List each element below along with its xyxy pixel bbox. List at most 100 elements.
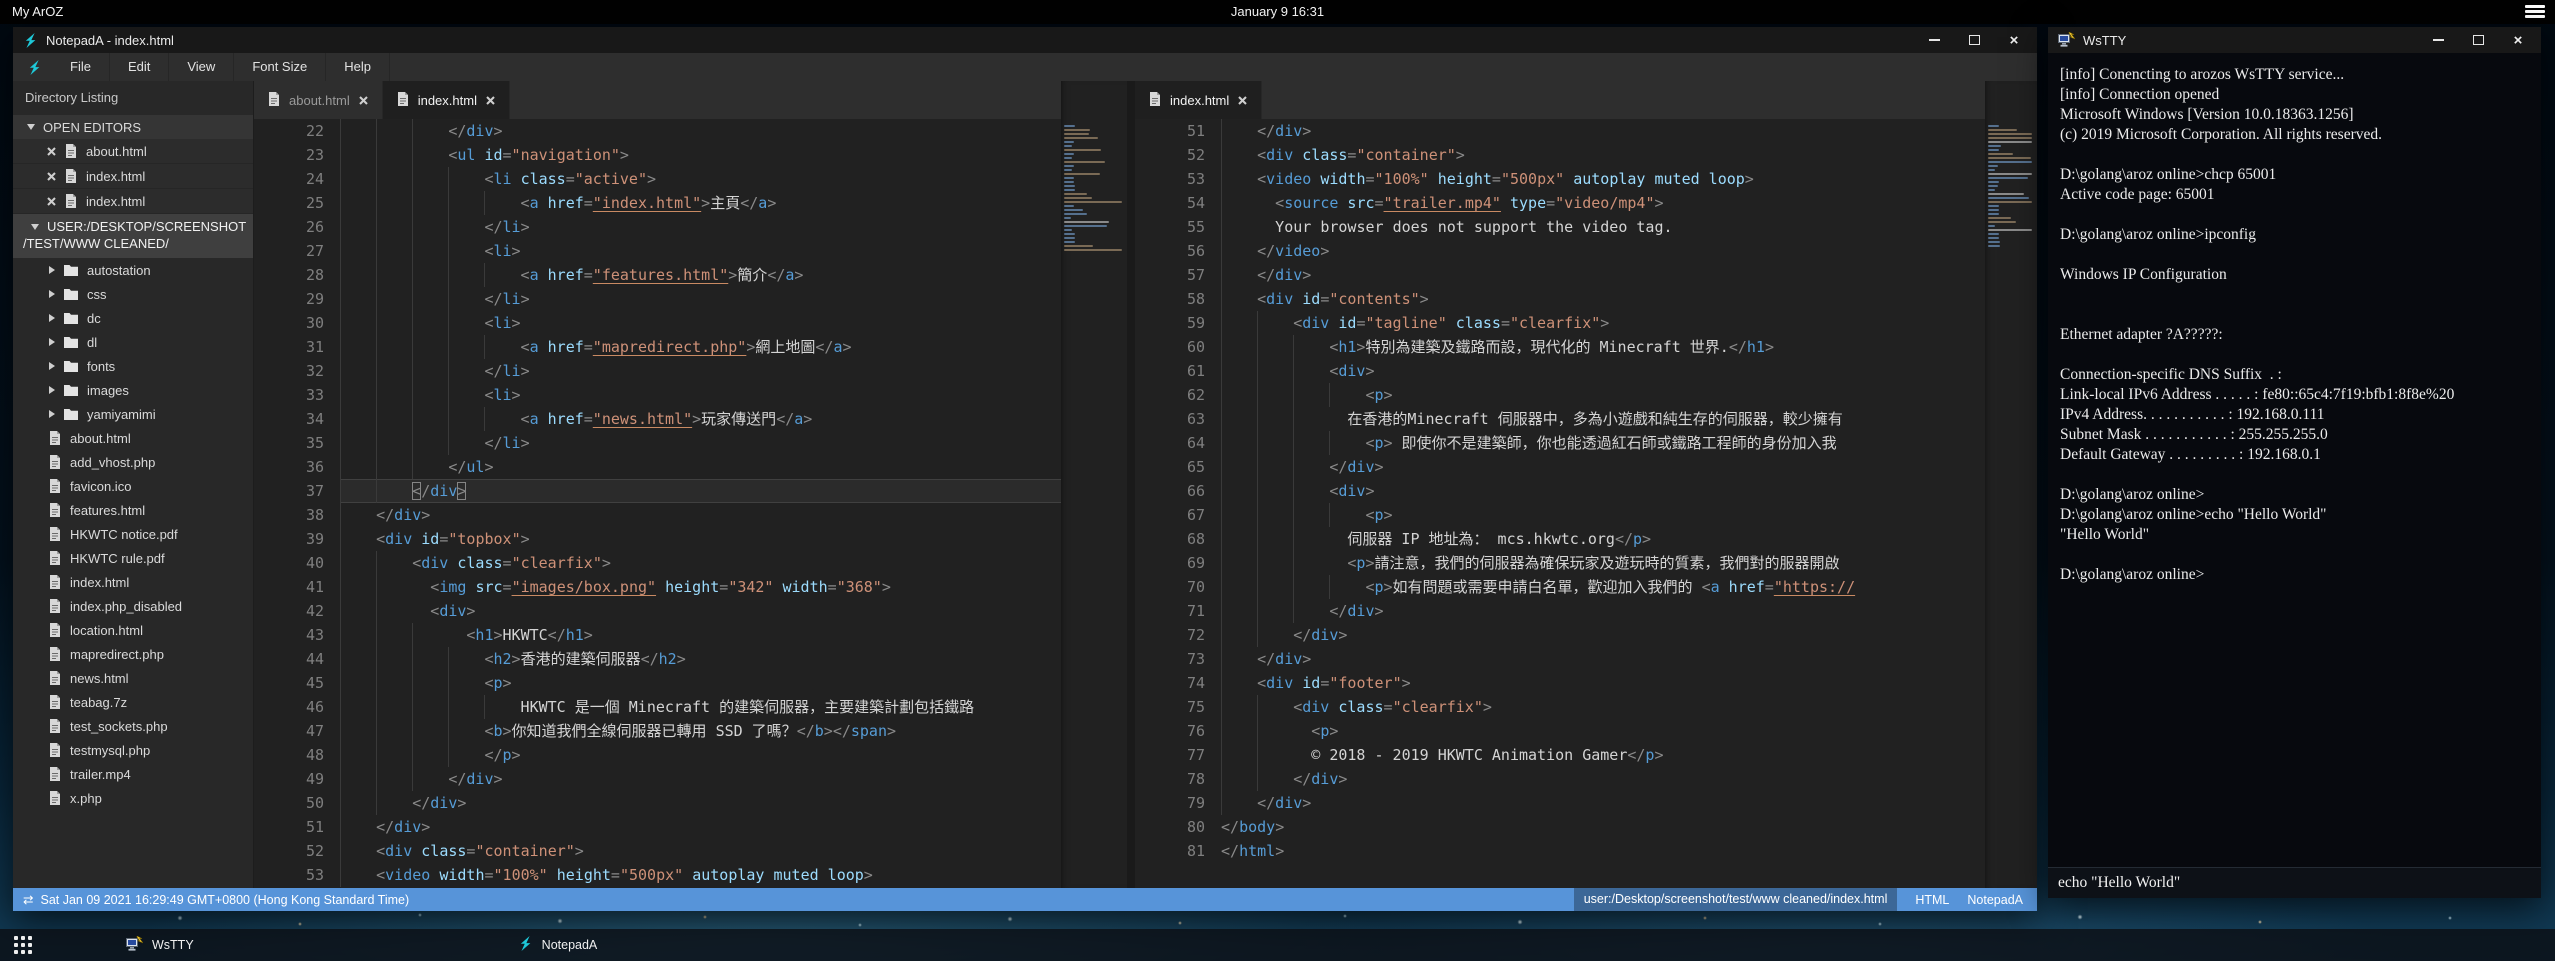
- code-line[interactable]: 81</html>: [1135, 839, 1985, 863]
- code-line[interactable]: 47 <b>你知道我們全線伺服器已轉用 SSD 了嗎？</b></span>: [254, 719, 1061, 743]
- code-line[interactable]: 48 </p>: [254, 743, 1061, 767]
- code-line[interactable]: 55 Your browser does not support the vid…: [1135, 215, 1985, 239]
- sidebar-file-features.html[interactable]: features.html: [13, 498, 253, 522]
- code-line[interactable]: 75 <div class="clearfix">: [1135, 695, 1985, 719]
- sidebar-file-news.html[interactable]: news.html: [13, 666, 253, 690]
- code-line[interactable]: 35 </li>: [254, 431, 1061, 455]
- minimap-left[interactable]: [1061, 81, 1127, 888]
- sidebar-folder-fonts[interactable]: fonts: [13, 354, 253, 378]
- sidebar-file-teabag.7z[interactable]: teabag.7z: [13, 690, 253, 714]
- code-line[interactable]: 24 <li class="active">: [254, 167, 1061, 191]
- statusbar-language-mode[interactable]: HTML: [1915, 893, 1949, 907]
- code-line[interactable]: 53 <video width="100%" height="500px" au…: [254, 863, 1061, 887]
- code-line[interactable]: 64 <p> 即使你不是建築師，你也能透過紅石師或鐵路工程師的身份加入我: [1135, 431, 1985, 455]
- code-line[interactable]: 34 <a href="news.html">玩家傳送門</a>: [254, 407, 1061, 431]
- taskbar-item-notepada[interactable]: NotepadA: [506, 929, 610, 961]
- menu-view[interactable]: View: [169, 53, 234, 81]
- sidebar-file-test-sockets.php[interactable]: test_sockets.php: [13, 714, 253, 738]
- minimap-right[interactable]: [1985, 81, 2037, 888]
- code-line[interactable]: 33 <li>: [254, 383, 1061, 407]
- tab-about.html[interactable]: about.html: [254, 81, 383, 119]
- menu-help[interactable]: Help: [326, 53, 390, 81]
- code-line[interactable]: 51 </div>: [1135, 119, 1985, 143]
- code-line[interactable]: 59 <div id="tagline" class="clearfix">: [1135, 311, 1985, 335]
- minimize-button[interactable]: [1927, 33, 1941, 47]
- minimize-button[interactable]: [2431, 33, 2445, 47]
- maximize-button[interactable]: [1967, 33, 1981, 47]
- code-line[interactable]: 22 </div>: [254, 119, 1061, 143]
- code-line[interactable]: 49 </div>: [254, 767, 1061, 791]
- close-button[interactable]: ×: [2007, 33, 2021, 47]
- open-editor-item[interactable]: index.html: [13, 164, 253, 189]
- code-line[interactable]: 68 伺服器 IP 地址為： mcs.hkwtc.org</p>: [1135, 527, 1985, 551]
- notepada-titlebar[interactable]: NotepadA - index.html ×: [13, 27, 2037, 53]
- code-line[interactable]: 63 在香港的Minecraft 伺服器中，多為小遊戲和純生存的伺服器，較少擁有: [1135, 407, 1985, 431]
- code-line[interactable]: 77 © 2018 - 2019 HKWTC Animation Gamer</…: [1135, 743, 1985, 767]
- code-line[interactable]: 25 <a href="index.html">主頁</a>: [254, 191, 1061, 215]
- menu-font-size[interactable]: Font Size: [234, 53, 326, 81]
- code-line[interactable]: 80</body>: [1135, 815, 1985, 839]
- code-line[interactable]: 26 </li>: [254, 215, 1061, 239]
- code-line[interactable]: 69 <p>請注意，我們的伺服器為確保玩家及遊玩時的質素，我們對的服器開啟: [1135, 551, 1985, 575]
- code-line[interactable]: 78 </div>: [1135, 767, 1985, 791]
- code-editor-right[interactable]: 51 </div>52 <div class="container">53 <v…: [1135, 119, 1985, 888]
- maximize-button[interactable]: [2471, 33, 2485, 47]
- sidebar-file-about.html[interactable]: about.html: [13, 426, 253, 450]
- hamburger-menu-icon[interactable]: [2525, 5, 2545, 19]
- sidebar-folder-dl[interactable]: dl: [13, 330, 253, 354]
- sidebar-root-folder[interactable]: USER:/DESKTOP/SCREENSHOT/TEST/WWW CLEANE…: [13, 214, 253, 258]
- code-line[interactable]: 70 <p>如有問題或需要申請白名單，歡迎加入我們的 <a href="http…: [1135, 575, 1985, 599]
- code-line[interactable]: 52 <div class="container">: [254, 839, 1061, 863]
- open-editors-section[interactable]: OPEN EDITORS: [13, 115, 253, 139]
- code-line[interactable]: 58 <div id="contents">: [1135, 287, 1985, 311]
- code-line[interactable]: 76 <p>: [1135, 719, 1985, 743]
- code-line[interactable]: 41 <img src="images/box.png" height="342…: [254, 575, 1061, 599]
- code-line[interactable]: 74 <div id="footer">: [1135, 671, 1985, 695]
- sidebar-folder-images[interactable]: images: [13, 378, 253, 402]
- sidebar-file-trailer.mp4[interactable]: trailer.mp4: [13, 762, 253, 786]
- sidebar-file-favicon.ico[interactable]: favicon.ico: [13, 474, 253, 498]
- code-line[interactable]: 45 <p>: [254, 671, 1061, 695]
- code-line[interactable]: 79 </div>: [1135, 791, 1985, 815]
- menu-file[interactable]: File: [52, 53, 110, 81]
- code-line[interactable]: 30 <li>: [254, 311, 1061, 335]
- tab-index.html[interactable]: index.html: [1135, 81, 1262, 119]
- sidebar-file-HKWTC-rule.pdf[interactable]: HKWTC rule.pdf: [13, 546, 253, 570]
- sidebar-file-index.php-disabled[interactable]: index.php_disabled: [13, 594, 253, 618]
- open-editor-item[interactable]: index.html: [13, 189, 253, 214]
- code-line[interactable]: 43 <h1>HKWTC</h1>: [254, 623, 1061, 647]
- code-line[interactable]: 36 </ul>: [254, 455, 1061, 479]
- code-line[interactable]: 57 </div>: [1135, 263, 1985, 287]
- code-line[interactable]: 72 </div>: [1135, 623, 1985, 647]
- code-line[interactable]: 54 <source src="trailer.mp4" type="video…: [1135, 191, 1985, 215]
- code-line[interactable]: 56 </video>: [1135, 239, 1985, 263]
- sidebar-folder-autostation[interactable]: autostation: [13, 258, 253, 282]
- sidebar-file-testmysql.php[interactable]: testmysql.php: [13, 738, 253, 762]
- wstty-titlebar[interactable]: WsTTY ×: [2048, 27, 2541, 53]
- code-line[interactable]: 39 <div id="topbox">: [254, 527, 1061, 551]
- code-line[interactable]: 27 <li>: [254, 239, 1061, 263]
- code-line[interactable]: 67 <p>: [1135, 503, 1985, 527]
- code-editor-left[interactable]: 22 </div>23 <ul id="navigation">24 <li c…: [254, 119, 1061, 888]
- sidebar-file-x.php[interactable]: x.php: [13, 786, 253, 810]
- code-line[interactable]: 73 </div>: [1135, 647, 1985, 671]
- code-line[interactable]: 50 </div>: [254, 791, 1061, 815]
- sidebar-file-add-vhost.php[interactable]: add_vhost.php: [13, 450, 253, 474]
- code-line[interactable]: 37 </div>: [254, 479, 1061, 503]
- code-line[interactable]: 38 </div>: [254, 503, 1061, 527]
- menu-edit[interactable]: Edit: [110, 53, 169, 81]
- code-line[interactable]: 23 <ul id="navigation">: [254, 143, 1061, 167]
- start-menu-icon[interactable]: [14, 936, 32, 954]
- sidebar-file-mapredirect.php[interactable]: mapredirect.php: [13, 642, 253, 666]
- code-line[interactable]: 40 <div class="clearfix">: [254, 551, 1061, 575]
- code-line[interactable]: 60 <h1>特別為建築及鐵路而設，現代化的 Minecraft 世界.</h1…: [1135, 335, 1985, 359]
- sidebar-folder-yamiyamimi[interactable]: yamiyamimi: [13, 402, 253, 426]
- code-line[interactable]: 42 <div>: [254, 599, 1061, 623]
- code-line[interactable]: 66 <div>: [1135, 479, 1985, 503]
- terminal-command-input[interactable]: echo "Hello World": [2048, 867, 2541, 898]
- code-line[interactable]: 46 HKWTC 是一個 Minecraft 的建築伺服器，主要建築計劃包括鐵路: [254, 695, 1061, 719]
- open-editor-item[interactable]: about.html: [13, 139, 253, 164]
- code-line[interactable]: 51 </div>: [254, 815, 1061, 839]
- sidebar-file-HKWTC-notice.pdf[interactable]: HKWTC notice.pdf: [13, 522, 253, 546]
- sidebar-folder-dc[interactable]: dc: [13, 306, 253, 330]
